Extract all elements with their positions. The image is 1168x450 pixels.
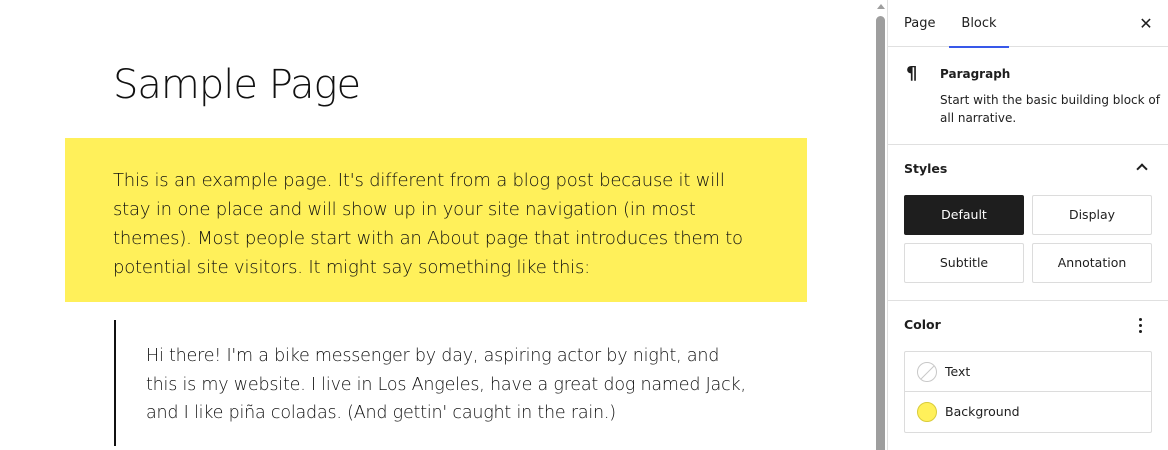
color-item-background[interactable]: Background [905, 392, 1151, 432]
tab-block[interactable]: Block [949, 0, 1009, 48]
chevron-up-icon[interactable] [1136, 163, 1148, 175]
style-annotation-button[interactable]: Annotation [1032, 243, 1152, 283]
page-title[interactable]: Sample Page [113, 62, 361, 108]
styles-panel-title[interactable]: Styles [904, 145, 947, 193]
block-card: ¶ Paragraph Start with the basic buildin… [888, 47, 1168, 145]
paragraph-icon: ¶ [906, 63, 918, 84]
style-display-button[interactable]: Display [1032, 195, 1152, 235]
scroll-up-arrow-icon[interactable] [877, 4, 885, 9]
scrollbar-thumb[interactable] [876, 16, 885, 450]
block-title: Paragraph [940, 67, 1011, 81]
style-subtitle-button[interactable]: Subtitle [904, 243, 1024, 283]
paragraph-text[interactable]: This is an example page. It's different … [113, 166, 767, 282]
quote-text[interactable]: Hi there! I'm a bike messenger by day, a… [146, 342, 754, 428]
more-options-icon[interactable] [1132, 316, 1148, 334]
tab-page[interactable]: Page [904, 0, 935, 47]
color-list: Text Background [904, 351, 1152, 433]
block-description: Start with the basic building block of a… [940, 93, 1160, 125]
color-item-text[interactable]: Text [905, 352, 1151, 392]
close-icon: ✕ [1139, 14, 1153, 33]
canvas-scrollbar[interactable] [874, 0, 887, 450]
editor-canvas: Sample Page This is an example page. It'… [0, 0, 874, 450]
close-sidebar-button[interactable]: ✕ [1134, 12, 1158, 36]
color-item-label: Text [945, 364, 971, 379]
settings-sidebar: Page Block ✕ ¶ Paragraph Start with the … [887, 0, 1168, 450]
quote-block[interactable]: Hi there! I'm a bike messenger by day, a… [114, 320, 754, 446]
color-panel-title: Color [904, 317, 941, 332]
yellow-swatch-icon [917, 402, 937, 422]
color-item-label: Background [945, 404, 1020, 419]
paragraph-block[interactable]: This is an example page. It's different … [65, 138, 807, 302]
color-panel: Color Text Background [888, 301, 1168, 450]
style-default-button[interactable]: Default [904, 195, 1024, 235]
sidebar-tabs: Page Block ✕ [888, 0, 1168, 48]
empty-swatch-icon [917, 362, 937, 382]
styles-panel: Styles Default Display Subtitle Annotati… [888, 145, 1168, 301]
